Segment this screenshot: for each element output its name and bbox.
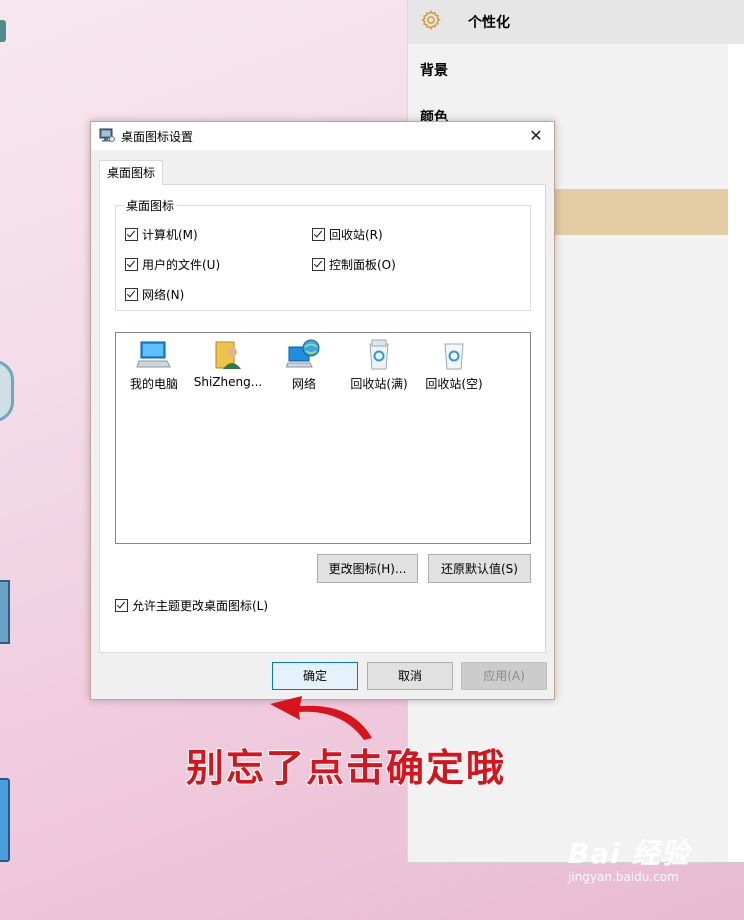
icon-label: 回收站(空) <box>425 377 483 391</box>
checkbox-network[interactable]: 网络(N) <box>125 286 184 303</box>
checkbox-label: 回收站(R) <box>329 228 383 242</box>
close-icon: ✕ <box>529 126 543 145</box>
checkbox-checked-icon[interactable] <box>125 228 138 241</box>
settings-nav-background[interactable]: 背景 <box>420 60 448 80</box>
list-item-this-pc[interactable]: 我的电脑 <box>116 339 192 392</box>
dialog-titlebar[interactable]: 桌面图标设置 ✕ <box>91 122 554 150</box>
recycle-bin-empty-icon <box>444 343 464 370</box>
checkbox-checked-icon[interactable] <box>125 258 138 271</box>
tab-panel: 桌面图标 计算机(M) 回收站(R) 用户的文件(U) 控制面板(O) 网络(N… <box>99 184 546 653</box>
desktop-icon-fragment <box>0 360 14 422</box>
settings-title: 个性化 <box>468 15 510 31</box>
checkbox-checked-icon[interactable] <box>125 288 138 301</box>
checkbox-label: 网络(N) <box>142 288 185 302</box>
close-button[interactable]: ✕ <box>518 122 554 150</box>
icon-label: 网络 <box>291 377 316 391</box>
desktop-icon-fragment <box>0 20 6 42</box>
checkbox-recycle-bin[interactable]: 回收站(R) <box>312 226 383 243</box>
checkbox-label: 允许主题更改桌面图标(L) <box>132 599 269 613</box>
change-icon-button[interactable]: 更改图标(H)... <box>317 554 418 583</box>
checkbox-label: 计算机(M) <box>142 228 198 242</box>
computer-icon <box>136 341 171 368</box>
icon-label: ShiZheng... <box>193 375 263 389</box>
desktop-icon-settings-dialog: 桌面图标设置 ✕ 桌面图标 桌面图标 计算机(M) 回收站(R) 用户的文件(U… <box>90 121 555 700</box>
user-folder-icon <box>215 341 241 369</box>
desktop-settings-icon <box>99 128 115 142</box>
checkbox-label: 用户的文件(U) <box>142 258 221 272</box>
checkbox-control-panel[interactable]: 控制面板(O) <box>312 256 396 273</box>
network-icon <box>286 339 320 368</box>
desktop-icons-group: 桌面图标 计算机(M) 回收站(R) 用户的文件(U) 控制面板(O) 网络(N… <box>115 197 531 311</box>
restore-default-button[interactable]: 还原默认值(S) <box>428 554 531 583</box>
checkbox-checked-icon[interactable] <box>312 228 325 241</box>
icon-list[interactable]: 我的电脑 ShiZheng... 网络 回收站(满) 回收站(空) <box>115 332 531 544</box>
annotation-text: 别忘了点击确定哦 <box>186 746 507 790</box>
watermark-url: jingyan.baidu.com <box>568 870 679 884</box>
checkbox-label: 控制面板(O) <box>329 258 396 272</box>
baidu-watermark: Bai 经验 jingyan.baidu.com <box>568 832 690 884</box>
checkbox-computer[interactable]: 计算机(M) <box>125 226 198 243</box>
dialog-title: 桌面图标设置 <box>121 130 194 144</box>
list-item-recycle-bin-empty[interactable]: 回收站(空) <box>416 339 492 392</box>
annotation-arrow-icon <box>270 696 372 740</box>
group-label: 桌面图标 <box>123 197 178 214</box>
list-item-user-files[interactable]: ShiZheng... <box>190 339 266 389</box>
icon-label: 回收站(满) <box>350 377 408 391</box>
icon-label: 我的电脑 <box>129 377 178 391</box>
checkbox-checked-icon[interactable] <box>115 599 128 612</box>
desktop-icon-fragment <box>0 580 10 644</box>
checkbox-checked-icon[interactable] <box>312 258 325 271</box>
checkbox-user-files[interactable]: 用户的文件(U) <box>125 256 220 273</box>
settings-header: 个性化 <box>408 0 744 44</box>
tab-desktop-icons[interactable]: 桌面图标 <box>99 160 163 185</box>
cancel-button[interactable]: 取消 <box>367 662 453 690</box>
ok-button[interactable]: 确定 <box>272 662 358 690</box>
desktop-icon-fragment <box>0 778 10 862</box>
list-item-recycle-bin-full[interactable]: 回收站(满) <box>341 339 417 392</box>
recycle-bin-full-icon <box>369 339 389 370</box>
checkbox-allow-theme[interactable]: 允许主题更改桌面图标(L) <box>115 597 268 614</box>
apply-button[interactable]: 应用(A) <box>461 662 547 690</box>
list-item-network[interactable]: 网络 <box>266 339 342 392</box>
watermark-logo: Bai 经验 <box>568 837 690 870</box>
settings-content-area <box>728 44 744 862</box>
gear-icon <box>421 9 441 31</box>
